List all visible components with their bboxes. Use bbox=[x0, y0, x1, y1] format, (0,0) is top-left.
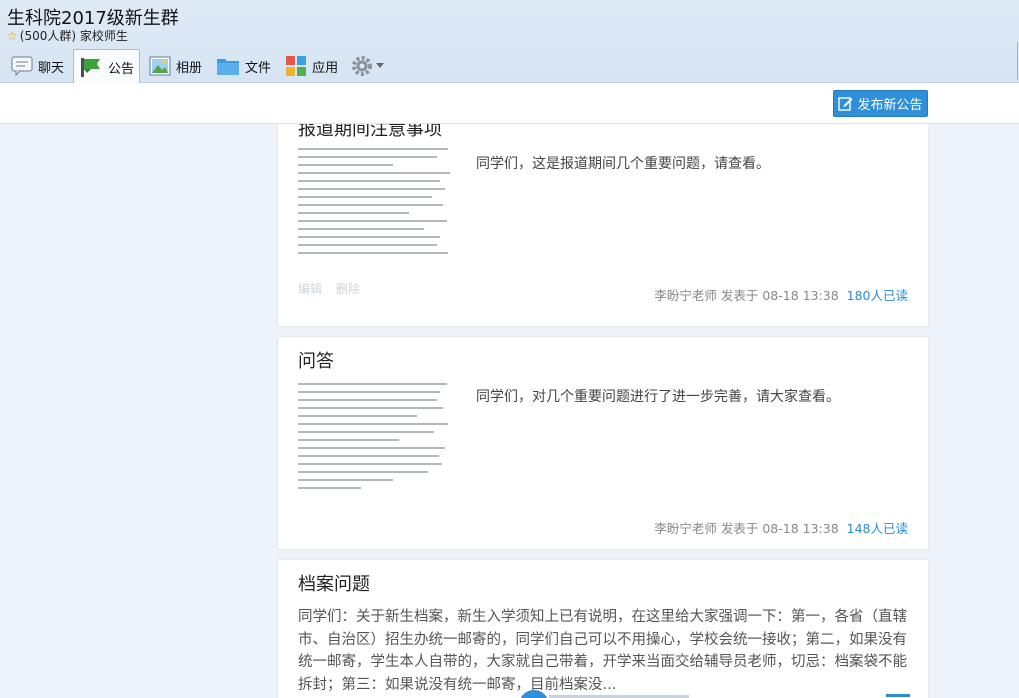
announcement-thumbnail bbox=[298, 148, 456, 266]
chat-icon bbox=[11, 56, 33, 76]
tab-album-label: 相册 bbox=[176, 60, 203, 76]
announcement-summary: 同学们，对几个重要问题进行了进一步完善，请大家查看。 bbox=[476, 389, 840, 405]
tab-album[interactable]: 相册 bbox=[144, 49, 207, 83]
publish-label: 发布新公告 bbox=[857, 98, 923, 113]
star-icon: ☆ bbox=[7, 28, 18, 43]
edit-icon bbox=[838, 97, 853, 111]
announcement-actions: 编辑 删除 bbox=[298, 280, 360, 297]
apps-icon bbox=[286, 56, 307, 76]
announcement-thumbnail bbox=[298, 383, 456, 501]
edit-link[interactable]: 编辑 bbox=[298, 280, 322, 297]
settings-menu[interactable] bbox=[347, 49, 388, 83]
announcement-card[interactable]: 报道期间注意事项 同学们，这是报道期间几个重要问题，请查看。 编辑 删除 李盼宁… bbox=[278, 124, 928, 326]
announcement-icon bbox=[81, 58, 101, 77]
announcement-title: 档案问题 bbox=[298, 574, 370, 595]
page-indicator bbox=[886, 694, 910, 697]
announcement-summary: 同学们，这是报道期间几个重要问题，请查看。 bbox=[476, 156, 770, 172]
folder-icon bbox=[217, 59, 240, 75]
announcement-card[interactable]: 问答 同学们，对几个重要问题进行了进一步完善，请大家查看。 李盼宁老师 发表于 … bbox=[278, 337, 928, 549]
delete-link[interactable]: 删除 bbox=[336, 280, 360, 297]
tab-apps-label: 应用 bbox=[312, 60, 339, 76]
album-icon bbox=[149, 56, 171, 76]
gear-icon bbox=[352, 56, 373, 76]
tab-apps[interactable]: 应用 bbox=[280, 49, 343, 83]
announcement-meta: 李盼宁老师 发表于 08-18 13:38 148人已读 bbox=[654, 518, 908, 537]
tab-chat-label: 聊天 bbox=[38, 60, 65, 76]
announcement-body: 同学们：关于新生档案，新生入学须知上已有说明，在这里给大家强调一下：第一，各省（… bbox=[298, 609, 907, 693]
read-count-link[interactable]: 180人已读 bbox=[847, 285, 908, 304]
tab-files-label: 文件 bbox=[245, 60, 272, 76]
publish-announcement-button[interactable]: 发布新公告 bbox=[833, 90, 928, 117]
announcement-list: 报道期间注意事项 同学们，这是报道期间几个重要问题，请查看。 编辑 删除 李盼宁… bbox=[0, 124, 1019, 698]
chevron-down-icon bbox=[376, 63, 385, 68]
tab-files[interactable]: 文件 bbox=[211, 49, 276, 83]
tab-announcement[interactable]: 公告 bbox=[73, 49, 141, 84]
announcement-title: 问答 bbox=[298, 351, 334, 372]
announcement-card[interactable]: 档案问题 同学们：关于新生档案，新生入学须知上已有说明，在这里给大家强调一下：第… bbox=[278, 560, 928, 698]
announcement-title: 报道期间注意事项 bbox=[298, 124, 442, 140]
author-time: 李盼宁老师 发表于 08-18 13:38 bbox=[654, 288, 839, 303]
tab-announcement-label: 公告 bbox=[108, 61, 135, 77]
group-subtitle-text: (500人群) 家校师生 bbox=[19, 29, 128, 43]
author-time: 李盼宁老师 发表于 08-18 13:38 bbox=[654, 521, 839, 536]
tab-chat[interactable]: 聊天 bbox=[6, 49, 69, 83]
group-header: 生科院2017级新生群 ☆ (500人群) 家校师生 聊天 公告 相册 文件 应… bbox=[0, 0, 1019, 84]
group-subtitle: ☆ (500人群) 家校师生 bbox=[7, 27, 128, 44]
announcement-meta: 李盼宁老师 发表于 08-18 13:38 180人已读 bbox=[654, 285, 908, 304]
tab-bar: 聊天 公告 相册 文件 应用 bbox=[6, 49, 388, 84]
read-count-link[interactable]: 148人已读 bbox=[847, 518, 908, 537]
header-divider bbox=[1017, 42, 1018, 80]
